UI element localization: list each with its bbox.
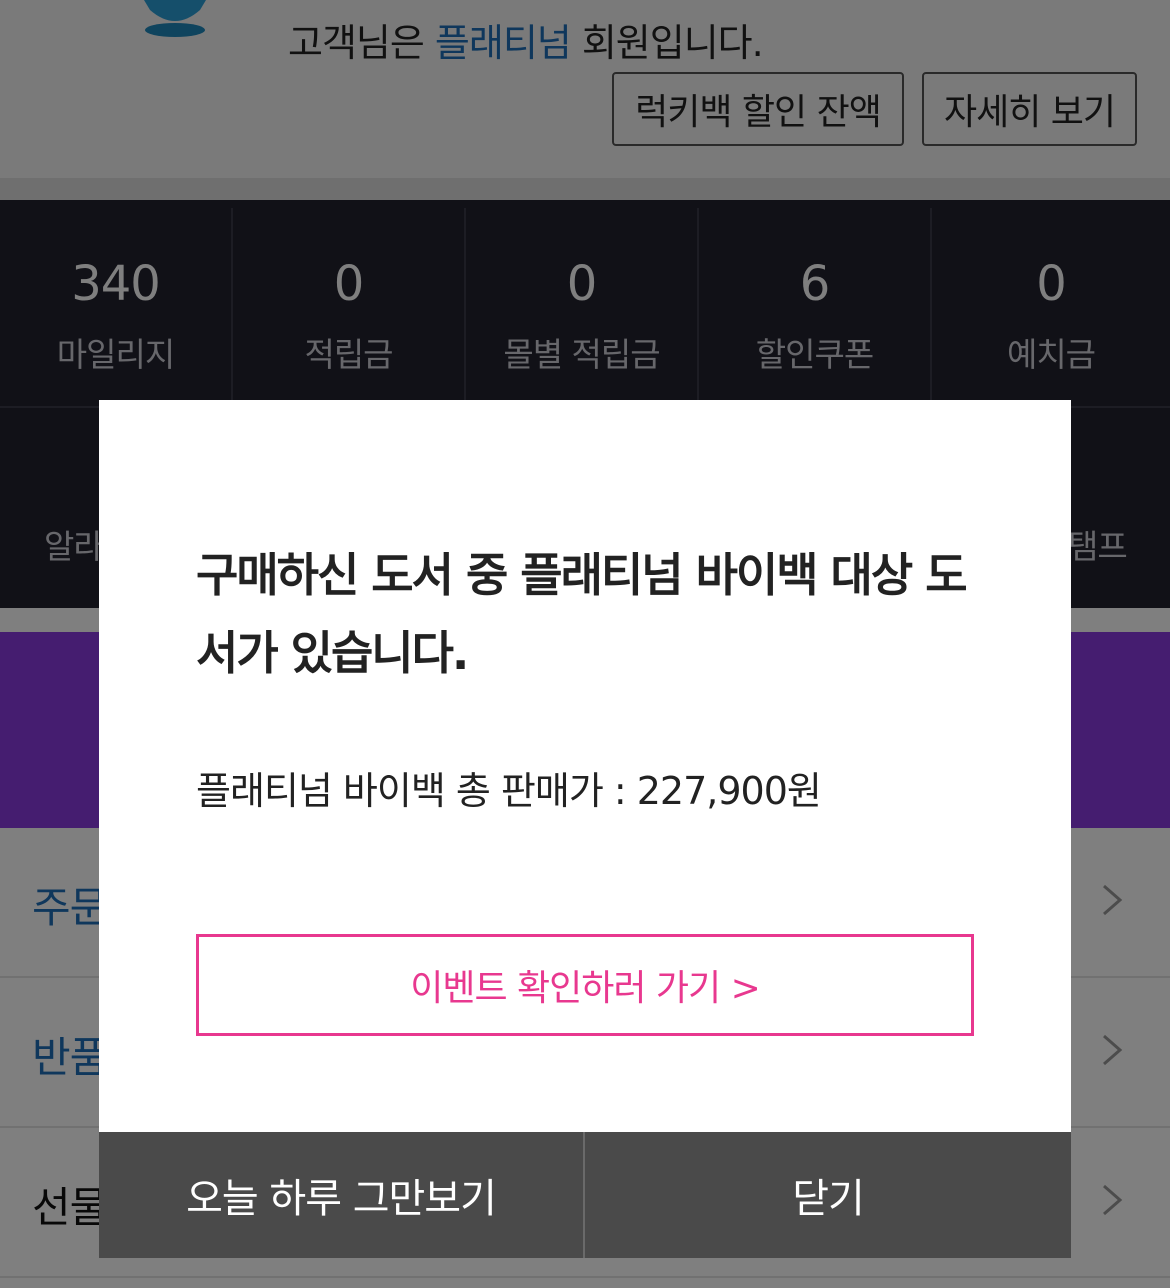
dont-show-today-button[interactable]: 오늘 하루 그만보기 — [99, 1132, 585, 1258]
go-to-event-button[interactable]: 이벤트 확인하러 가기 > — [196, 934, 974, 1036]
buyback-notice-dialog: 구매하신 도서 중 플래티넘 바이백 대상 도서가 있습니다. 플래티넘 바이백… — [99, 400, 1071, 1258]
dialog-footer: 오늘 하루 그만보기 닫기 — [99, 1132, 1071, 1258]
dialog-title: 구매하신 도서 중 플래티넘 바이백 대상 도서가 있습니다. — [196, 548, 968, 680]
buyback-total-price: 플래티넘 바이백 총 판매가 : 227,900원 — [196, 769, 822, 813]
close-button[interactable]: 닫기 — [585, 1132, 1071, 1258]
